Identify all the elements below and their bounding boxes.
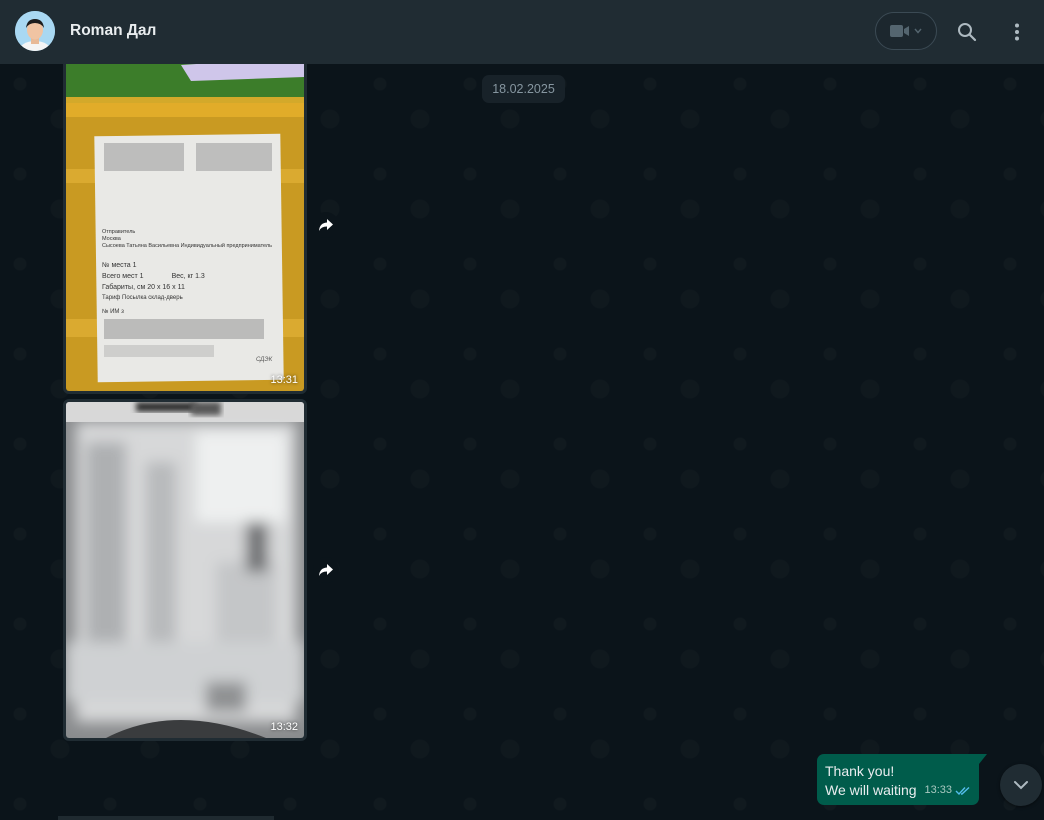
- kebab-menu-icon: [1015, 23, 1019, 41]
- chat-area[interactable]: 18.02.2025 Отправитель Москва Сысоева Та…: [0, 64, 1044, 820]
- avatar-image: [15, 11, 55, 51]
- image-message-document[interactable]: 13:32: [63, 399, 307, 741]
- horizontal-scrollbar[interactable]: [58, 816, 274, 820]
- contact-name[interactable]: Roman Дал: [70, 22, 156, 40]
- chevron-down-icon: [914, 28, 922, 34]
- chat-header: Roman Дал: [0, 0, 1044, 64]
- label-line: Всего мест 1: [102, 273, 144, 280]
- video-camera-icon: [890, 25, 909, 37]
- forward-button[interactable]: [313, 212, 339, 238]
- search-button[interactable]: [953, 18, 981, 46]
- message-meta: 13:33: [924, 781, 971, 800]
- date-chip: 18.02.2025: [482, 75, 565, 103]
- label-line: № места 1: [102, 262, 137, 269]
- parcel-label-text: Отправитель Москва Сысоева Татьяна Васил…: [102, 229, 282, 317]
- menu-button[interactable]: [1003, 18, 1031, 46]
- double-check-icon: [955, 786, 970, 795]
- message-time: 13:33: [924, 784, 952, 796]
- label-line: Сысоева Татьяна Васильевна Индивидуальны…: [102, 243, 272, 249]
- forward-button[interactable]: [313, 557, 339, 583]
- outgoing-message[interactable]: Thank you! We will waiting 13:33: [817, 754, 979, 805]
- label-line: Москва: [102, 236, 121, 242]
- bubble-tail: [979, 754, 987, 764]
- carrier-logo: СДЭК: [256, 357, 273, 363]
- label-line: Вес, кг 1.3: [171, 273, 205, 280]
- video-call-button[interactable]: [875, 12, 937, 50]
- image-message-parcel[interactable]: Отправитель Москва Сысоева Татьяна Васил…: [63, 64, 307, 394]
- message-time: 13:32: [270, 721, 298, 733]
- label-line: Отправитель: [102, 229, 136, 235]
- contact-avatar[interactable]: [15, 11, 55, 51]
- forward-arrow-icon: [319, 564, 333, 576]
- label-line: № ИМ з: [102, 309, 124, 315]
- scroll-to-bottom-button[interactable]: [1000, 764, 1042, 806]
- label-line: Тариф Посылка склад-дверь: [102, 295, 183, 301]
- search-icon: [958, 23, 977, 42]
- chevron-down-icon: [1014, 781, 1028, 790]
- label-line: Габариты, см 20 x 16 x 11: [102, 284, 185, 291]
- forward-arrow-icon: [319, 219, 333, 231]
- parcel-photo: [66, 64, 304, 391]
- document-photo: [66, 402, 304, 738]
- message-text-line: Thank you!: [825, 763, 895, 779]
- message-time: 13:31: [270, 374, 298, 386]
